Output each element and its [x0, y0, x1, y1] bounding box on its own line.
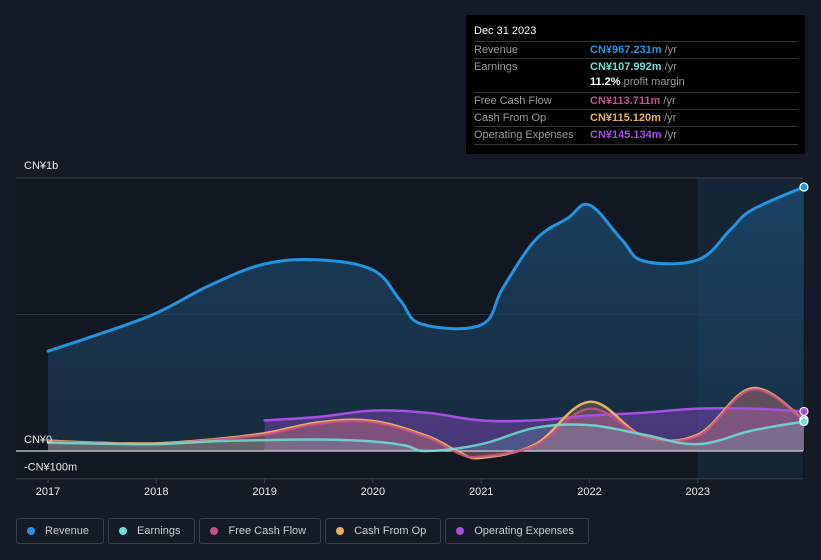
operating-expenses-dot-icon	[456, 527, 465, 535]
earnings-end-marker	[799, 416, 809, 427]
x-axis-labels: 2017 2018 2019 2020 2021 2022 2023	[36, 478, 710, 498]
x-tick-label: 2019	[252, 486, 276, 498]
tooltip-row-earnings: Earnings CN¥107.992m /yr	[474, 58, 798, 76]
x-tick-label: 2017	[36, 486, 60, 498]
operating-expenses-end-marker	[799, 406, 809, 417]
legend-item-earnings[interactable]: Earnings	[108, 518, 196, 544]
tooltip-profit-margin: 11.2% profit margin	[590, 76, 685, 88]
legend-item-operating-expenses[interactable]: Operating Expenses	[445, 518, 589, 544]
y-tick-label: -CN¥100m	[24, 461, 77, 473]
free-cash-flow-dot-icon	[210, 527, 219, 535]
legend: Revenue Earnings Free Cash Flow Cash Fro…	[16, 518, 589, 544]
legend-label: Earnings	[137, 525, 181, 537]
tooltip: Dec 31 2023 Revenue CN¥967.231m /yr Earn…	[466, 15, 805, 154]
tooltip-row-free-cash-flow: Free Cash Flow CN¥113.711m /yr	[474, 92, 798, 110]
tooltip-value: CN¥145.134m /yr	[590, 129, 677, 141]
earnings-dot-icon	[119, 527, 128, 535]
x-tick-label: 2020	[361, 486, 385, 498]
legend-label: Revenue	[45, 525, 90, 537]
tooltip-label: Free Cash Flow	[474, 95, 552, 107]
tooltip-value: CN¥113.711m /yr	[590, 95, 676, 107]
legend-item-free-cash-flow[interactable]: Free Cash Flow	[199, 518, 322, 544]
legend-label: Cash From Op	[354, 525, 427, 537]
x-tick-label: 2023	[686, 486, 710, 498]
legend-label: Operating Expenses	[474, 525, 574, 537]
legend-item-revenue[interactable]: Revenue	[16, 518, 105, 544]
tooltip-label: Earnings	[474, 61, 518, 73]
tooltip-label: Operating Expenses	[474, 129, 574, 141]
tooltip-row-cash-from-op: Cash From Op CN¥115.120m /yr	[474, 109, 798, 127]
x-tick-label: 2018	[144, 486, 168, 498]
y-tick-label: CN¥0	[24, 434, 52, 446]
tooltip-label: Revenue	[474, 44, 519, 56]
tooltip-value: CN¥107.992m /yr	[590, 61, 677, 73]
revenue-dot-icon	[27, 527, 35, 535]
tooltip-row-revenue: Revenue CN¥967.231m /yr	[474, 41, 798, 59]
cash-from-op-dot-icon	[336, 527, 345, 535]
tooltip-date: Dec 31 2023	[474, 25, 537, 37]
legend-label: Free Cash Flow	[228, 525, 307, 537]
tooltip-row-operating-expenses: Operating Expenses CN¥145.134m /yr	[474, 126, 798, 145]
tooltip-value: CN¥115.120m /yr	[590, 112, 677, 124]
revenue-end-marker	[799, 182, 809, 192]
tooltip-label: Cash From Op	[474, 112, 547, 124]
y-tick-label: CN¥1b	[24, 160, 58, 172]
x-tick-label: 2021	[469, 486, 493, 498]
tooltip-value: CN¥967.231m /yr	[590, 44, 677, 56]
x-tick-label: 2022	[577, 486, 601, 498]
legend-item-cash-from-op[interactable]: Cash From Op	[325, 518, 442, 544]
